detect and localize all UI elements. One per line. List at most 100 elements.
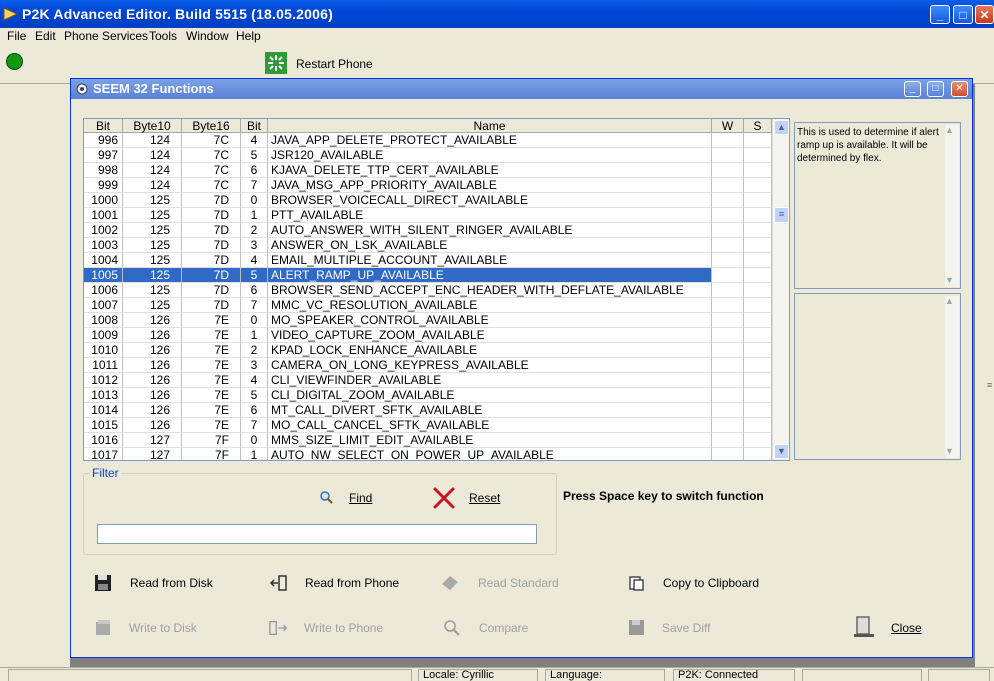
desc-scroll-up-icon[interactable]: ▲ xyxy=(945,125,954,135)
close-button[interactable]: Close xyxy=(853,615,933,641)
column-header-name[interactable]: Name xyxy=(268,119,712,133)
cell-s-checkbox[interactable] xyxy=(744,343,772,358)
table-row[interactable]: 1007 125 7D 7 MMC_VC_RESOLUTION_AVAILABLE xyxy=(84,298,772,313)
cell-w-checkbox[interactable] xyxy=(712,283,744,298)
table-row[interactable]: 1000 125 7D 0 BROWSER_VOICECALL_DIRECT_AVAIL… xyxy=(84,193,772,208)
write-to-phone-button[interactable]: Write to Phone xyxy=(269,617,399,639)
table-row[interactable]: 1008 126 7E 0 MO_SPEAKER_CONTROL_AVAILABLE xyxy=(84,313,772,328)
cell-w-checkbox[interactable] xyxy=(712,403,744,418)
menu-edit[interactable]: Edit xyxy=(35,29,56,43)
cell-s-checkbox[interactable] xyxy=(744,388,772,403)
read-from-disk-button[interactable]: Read from Disk xyxy=(93,572,233,594)
table-row[interactable]: 1003 125 7D 3 ANSWER_ON_LSK_AVAILABLE xyxy=(84,238,772,253)
cell-w-checkbox[interactable] xyxy=(712,163,744,178)
cell-w-checkbox[interactable] xyxy=(712,208,744,223)
child-minimize-button[interactable]: _ xyxy=(904,81,921,97)
cell-w-checkbox[interactable] xyxy=(712,193,744,208)
copy-to-clipboard-button[interactable]: Copy to Clipboard xyxy=(627,572,767,594)
cell-w-checkbox[interactable] xyxy=(712,298,744,313)
cell-s-checkbox[interactable] xyxy=(744,193,772,208)
cell-w-checkbox[interactable] xyxy=(712,253,744,268)
filter-input[interactable] xyxy=(97,524,537,544)
cell-s-checkbox[interactable] xyxy=(744,418,772,433)
menu-file[interactable]: File xyxy=(7,29,26,43)
maximize-button[interactable]: □ xyxy=(953,5,973,24)
cell-s-checkbox[interactable] xyxy=(744,223,772,238)
read-from-phone-button[interactable]: Read from Phone xyxy=(269,572,409,594)
cell-s-checkbox[interactable] xyxy=(744,373,772,388)
table-row[interactable]: 1015 126 7E 7 MO_CALL_CANCEL_SFTK_AVAILABLE xyxy=(84,418,772,433)
table-row[interactable]: 998 124 7C 6 KJAVA_DELETE_TTP_CERT_AVAILABLE xyxy=(84,163,772,178)
cell-s-checkbox[interactable] xyxy=(744,163,772,178)
table-row[interactable]: 1010 126 7E 2 KPAD_LOCK_ENHANCE_AVAILABLE xyxy=(84,343,772,358)
child-maximize-button[interactable]: □ xyxy=(927,81,944,97)
cell-w-checkbox[interactable] xyxy=(712,418,744,433)
cell-w-checkbox[interactable] xyxy=(712,388,744,403)
table-row[interactable]: 1009 126 7E 1 VIDEO_CAPTURE_ZOOM_AVAILABLE xyxy=(84,328,772,343)
cell-s-checkbox[interactable] xyxy=(744,313,772,328)
cell-w-checkbox[interactable] xyxy=(712,433,744,448)
table-row[interactable]: 1014 126 7E 6 MT_CALL_DIVERT_SFTK_AVAILABLE xyxy=(84,403,772,418)
table-row[interactable]: 1012 126 7E 4 CLI_VIEWFINDER_AVAILABLE xyxy=(84,373,772,388)
cell-s-checkbox[interactable] xyxy=(744,238,772,253)
cell-s-checkbox[interactable] xyxy=(744,403,772,418)
menu-phone-services[interactable]: Phone Services xyxy=(64,29,148,43)
table-row[interactable]: 1011 126 7E 3 CAMERA_ON_LONG_KEYPRESS_AVAILA… xyxy=(84,358,772,373)
cell-s-checkbox[interactable] xyxy=(744,148,772,163)
table-row[interactable]: 999 124 7C 7 JAVA_MSG_APP_PRIORITY_AVAILABLE xyxy=(84,178,772,193)
cell-w-checkbox[interactable] xyxy=(712,133,744,148)
menu-window[interactable]: Window xyxy=(186,29,229,43)
cell-w-checkbox[interactable] xyxy=(712,178,744,193)
cell-s-checkbox[interactable] xyxy=(744,448,772,460)
scroll-thumb[interactable]: ≡ xyxy=(774,207,789,223)
cell-w-checkbox[interactable] xyxy=(712,373,744,388)
column-header-byte-bit[interactable]: Bit xyxy=(241,119,268,133)
cell-w-checkbox[interactable] xyxy=(712,328,744,343)
column-header-byte10[interactable]: Byte10 xyxy=(123,119,182,133)
menu-tools[interactable]: Tools xyxy=(149,29,177,43)
right-scrollbar[interactable]: ≡ xyxy=(975,84,994,667)
scroll-up-icon[interactable]: ▲ xyxy=(774,120,789,135)
cell-w-checkbox[interactable] xyxy=(712,343,744,358)
cell-s-checkbox[interactable] xyxy=(744,208,772,223)
table-row[interactable]: 997 124 7C 5 JSR120_AVAILABLE xyxy=(84,148,772,163)
table-row[interactable]: 996 124 7C 4 JAVA_APP_DELETE_PROTECT_AVAILAB… xyxy=(84,133,772,148)
table-row[interactable]: 1013 126 7E 5 CLI_DIGITAL_ZOOM_AVAILABLE xyxy=(84,388,772,403)
details-scroll-up-icon[interactable]: ▲ xyxy=(945,296,954,306)
close-window-button[interactable]: ✕ xyxy=(975,5,994,24)
cell-s-checkbox[interactable] xyxy=(744,328,772,343)
read-standard-button[interactable]: Read Standard xyxy=(440,572,570,594)
find-button[interactable]: Find xyxy=(317,487,387,509)
cell-w-checkbox[interactable] xyxy=(712,223,744,238)
cell-w-checkbox[interactable] xyxy=(712,238,744,253)
table-row-selected[interactable]: 1005 125 7D 5 ALERT_RAMP_UP_AVAILABLE xyxy=(84,268,772,283)
description-scrollbar[interactable]: ▲ ▼ xyxy=(945,125,959,287)
desc-scroll-down-icon[interactable]: ▼ xyxy=(945,275,954,285)
functions-grid[interactable]: Bit Byte10 Byte16 Bit Name W S 996 124 7C 4… xyxy=(83,118,790,461)
column-header-s[interactable]: S xyxy=(744,119,772,133)
reset-button[interactable]: Reset xyxy=(431,485,511,511)
column-header-bit[interactable]: Bit xyxy=(84,119,123,133)
table-row[interactable]: 1002 125 7D 2 AUTO_ANSWER_WITH_SILENT_RINGER… xyxy=(84,223,772,238)
column-header-byte16[interactable]: Byte16 xyxy=(182,119,241,133)
table-row[interactable]: 1004 125 7D 4 EMAIL_MULTIPLE_ACCOUNT_AVAILAB… xyxy=(84,253,772,268)
table-row[interactable]: 1006 125 7D 6 BROWSER_SEND_ACCEPT_ENC_HEADER… xyxy=(84,283,772,298)
details-scrollbar[interactable]: ▲ ▼ xyxy=(945,296,959,458)
cell-w-checkbox[interactable] xyxy=(712,148,744,163)
table-row[interactable]: 1017 127 7F 1 AUTO_NW_SELECT_ON_POWER_UP_AVA… xyxy=(84,448,772,460)
table-row[interactable]: 1001 125 7D 1 PTT_AVAILABLE xyxy=(84,208,772,223)
column-header-w[interactable]: W xyxy=(712,119,744,133)
cell-s-checkbox[interactable] xyxy=(744,358,772,373)
restart-phone-button[interactable]: Restart Phone xyxy=(265,52,375,76)
cell-w-checkbox[interactable] xyxy=(712,268,744,283)
cell-s-checkbox[interactable] xyxy=(744,433,772,448)
menu-help[interactable]: Help xyxy=(236,29,261,43)
cell-s-checkbox[interactable] xyxy=(744,268,772,283)
cell-w-checkbox[interactable] xyxy=(712,313,744,328)
details-scroll-down-icon[interactable]: ▼ xyxy=(945,446,954,456)
scroll-down-icon[interactable]: ▼ xyxy=(774,444,789,459)
cell-s-checkbox[interactable] xyxy=(744,298,772,313)
child-close-button[interactable]: ✕ xyxy=(951,81,968,97)
cell-s-checkbox[interactable] xyxy=(744,133,772,148)
cell-s-checkbox[interactable] xyxy=(744,283,772,298)
